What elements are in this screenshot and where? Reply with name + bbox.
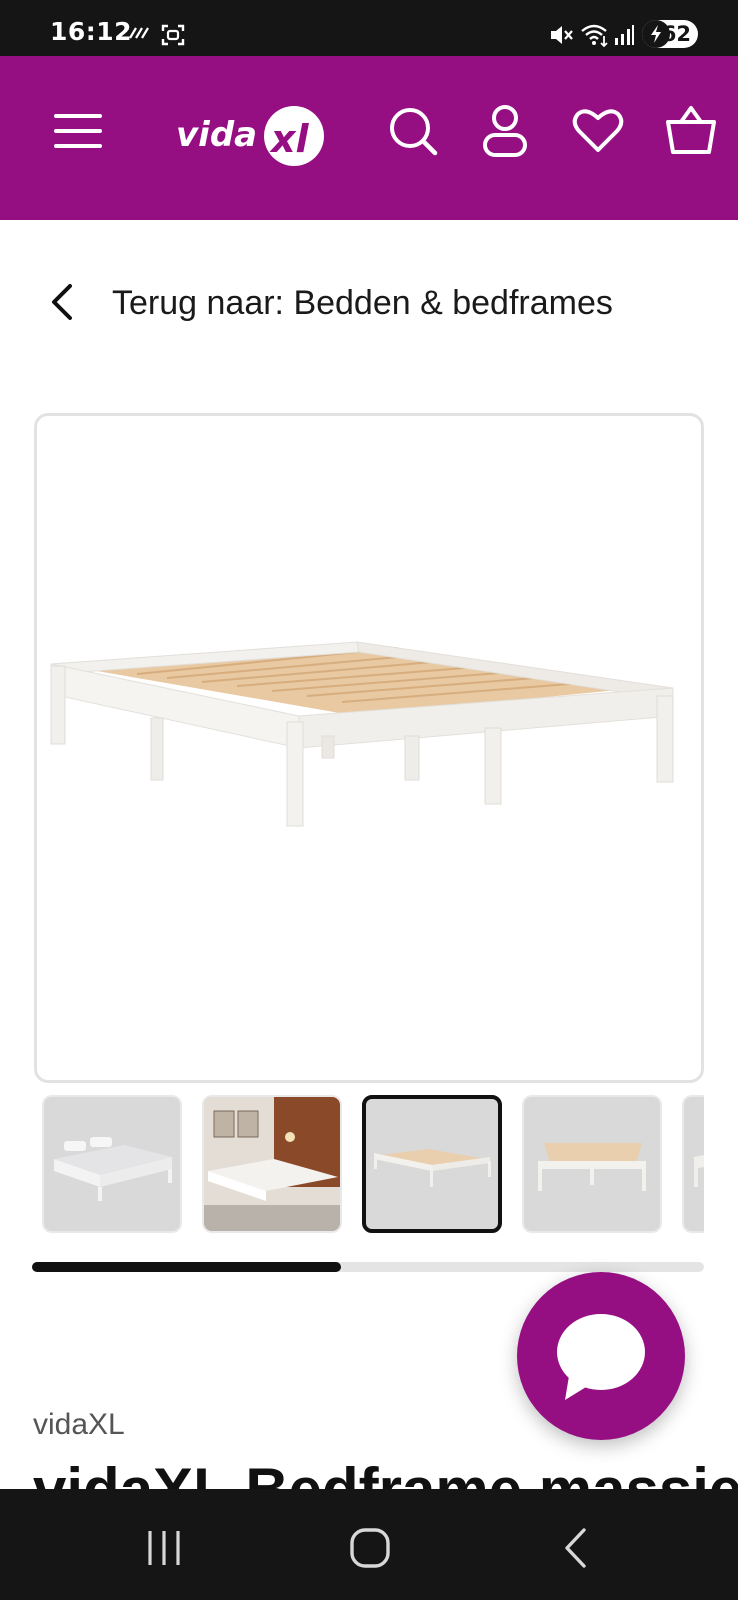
home-icon[interactable] [349,1527,391,1574]
product-main-image[interactable] [34,413,704,1083]
svg-text:vida: vida [176,115,257,155]
screen-record-icon [128,24,152,47]
mute-icon [548,22,574,53]
bed-frame-image [50,641,674,827]
thumbnail-4[interactable] [522,1095,662,1233]
system-nav-bar [0,1489,738,1600]
product-title: vidaXL Bedframe massief [33,1460,738,1490]
battery-charging-icon: 62 [642,20,698,48]
status-bar: 16:12 62 [0,0,738,56]
screenshot-icon [160,22,186,53]
chat-bubble-icon [557,1314,645,1400]
site-header: vida xl [0,56,738,220]
wishlist-heart-icon[interactable] [572,108,624,159]
status-time: 16:12 [50,17,133,46]
gallery-scrollbar-thumb[interactable] [32,1262,341,1272]
cart-basket-icon[interactable] [664,102,718,163]
svg-text:xl: xl [269,117,310,161]
back-icon[interactable] [562,1527,590,1574]
product-brand[interactable]: vidaXL [33,1408,125,1442]
bed-thumb-image-5 [694,1155,704,1187]
chevron-left-icon [48,282,76,327]
chat-button[interactable] [517,1272,685,1440]
thumbnail-5[interactable] [682,1095,704,1233]
gallery-scrollbar[interactable] [32,1262,704,1272]
bedroom-thumb-image [204,1097,340,1231]
back-link[interactable]: Terug naar: Bedden & bedframes [0,270,738,340]
thumbnail-2[interactable] [202,1095,342,1233]
thumbnail-1[interactable] [42,1095,182,1233]
vidaxl-logo[interactable]: vida xl [176,100,332,170]
recents-icon[interactable] [144,1529,184,1572]
account-icon[interactable] [482,104,528,163]
bolt-icon [642,20,670,48]
thumbnail-strip[interactable] [40,1093,704,1235]
menu-icon[interactable] [54,112,102,155]
signal-icon [613,24,635,51]
thumbnail-3[interactable] [362,1095,502,1233]
bed-thumb-image [54,1137,172,1201]
wifi-icon [580,22,610,53]
back-link-label: Terug naar: Bedden & bedframes [112,284,613,322]
search-icon[interactable] [388,106,440,163]
bed-frame-thumb-image-2 [538,1143,646,1191]
bed-frame-thumb-image [374,1149,491,1187]
